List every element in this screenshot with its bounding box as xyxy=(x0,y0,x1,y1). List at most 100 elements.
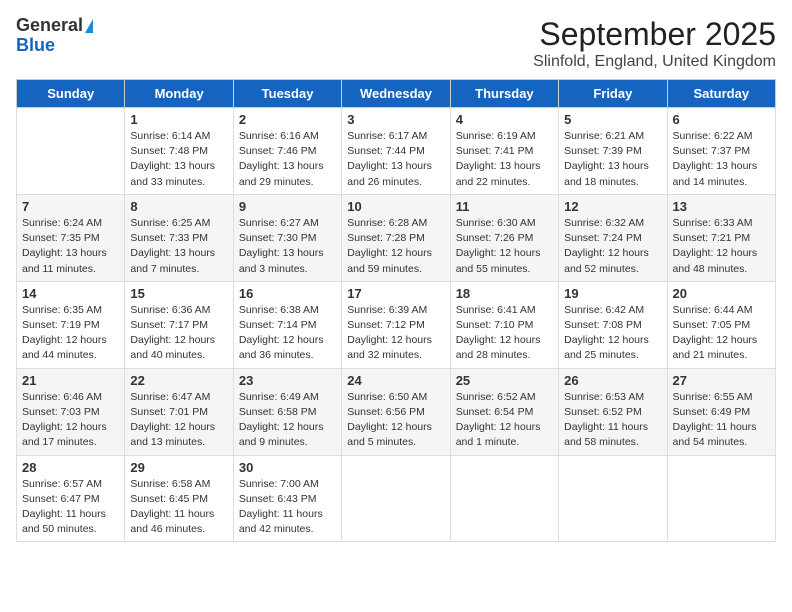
day-content: Sunrise: 6:42 AM Sunset: 7:08 PM Dayligh… xyxy=(564,303,661,364)
day-content: Sunrise: 6:35 AM Sunset: 7:19 PM Dayligh… xyxy=(22,303,119,364)
day-of-week-header: Friday xyxy=(559,80,667,108)
calendar-cell: 7Sunrise: 6:24 AM Sunset: 7:35 PM Daylig… xyxy=(17,194,125,281)
logo: General Blue xyxy=(16,16,93,56)
calendar-cell: 26 Sunrise: 6:53 AM Sunset: 6:52 PM Dayli… xyxy=(559,368,667,455)
day-number: 19 xyxy=(564,286,661,301)
day-number: 26 xyxy=(564,373,661,388)
day-number: 30 xyxy=(239,460,336,475)
day-of-week-header: Saturday xyxy=(667,80,775,108)
day-content: Sunrise: 6:36 AM Sunset: 7:17 PM Dayligh… xyxy=(130,303,227,364)
calendar-cell: 5Sunrise: 6:21 AM Sunset: 7:39 PM Daylig… xyxy=(559,108,667,195)
calendar-cell xyxy=(17,108,125,195)
day-number: 3 xyxy=(347,112,444,127)
day-number: 20 xyxy=(673,286,770,301)
day-content: Sunrise: 6:19 AM Sunset: 7:41 PM Dayligh… xyxy=(456,129,553,190)
day-content: Sunrise: 6:58 AM Sunset: 6:45 PM Dayligh… xyxy=(130,477,227,538)
day-content: Sunrise: 6:55 AM Sunset: 6:49 PM Dayligh… xyxy=(673,390,770,451)
day-of-week-header: Tuesday xyxy=(233,80,341,108)
calendar-cell: 19 Sunrise: 6:42 AM Sunset: 7:08 PM Dayli… xyxy=(559,281,667,368)
day-number: 23 xyxy=(239,373,336,388)
calendar-cell: 13Sunrise: 6:33 AM Sunset: 7:21 PM Dayli… xyxy=(667,194,775,281)
calendar-cell: 29 Sunrise: 6:58 AM Sunset: 6:45 PM Dayli… xyxy=(125,455,233,542)
calendar-cell: 30 Sunrise: 7:00 AM Sunset: 6:43 PM Dayli… xyxy=(233,455,341,542)
logo-blue-text: Blue xyxy=(16,36,93,56)
day-content: Sunrise: 6:41 AM Sunset: 7:10 PM Dayligh… xyxy=(456,303,553,364)
day-number: 10 xyxy=(347,199,444,214)
day-content: Sunrise: 6:52 AM Sunset: 6:54 PM Dayligh… xyxy=(456,390,553,451)
day-content: Sunrise: 6:16 AM Sunset: 7:46 PM Dayligh… xyxy=(239,129,336,190)
calendar-cell: 14Sunrise: 6:35 AM Sunset: 7:19 PM Dayli… xyxy=(17,281,125,368)
day-of-week-header: Wednesday xyxy=(342,80,450,108)
calendar-cell: 23 Sunrise: 6:49 AM Sunset: 6:58 PM Dayli… xyxy=(233,368,341,455)
day-number: 21 xyxy=(22,373,119,388)
calendar-week-row: 21 Sunrise: 6:46 AM Sunset: 7:03 PM Dayli… xyxy=(17,368,776,455)
day-number: 22 xyxy=(130,373,227,388)
day-content: Sunrise: 6:38 AM Sunset: 7:14 PM Dayligh… xyxy=(239,303,336,364)
calendar-body: 1Sunrise: 6:14 AM Sunset: 7:48 PM Daylig… xyxy=(17,108,776,542)
day-number: 25 xyxy=(456,373,553,388)
day-number: 24 xyxy=(347,373,444,388)
calendar-cell: 9 Sunrise: 6:27 AM Sunset: 7:30 PM Daylig… xyxy=(233,194,341,281)
calendar-cell xyxy=(667,455,775,542)
day-content: Sunrise: 6:57 AM Sunset: 6:47 PM Dayligh… xyxy=(22,477,119,538)
calendar-cell: 22 Sunrise: 6:47 AM Sunset: 7:01 PM Dayli… xyxy=(125,368,233,455)
calendar-table: SundayMondayTuesdayWednesdayThursdayFrid… xyxy=(16,79,776,542)
day-number: 28 xyxy=(22,460,119,475)
day-number: 5 xyxy=(564,112,661,127)
calendar-cell: 21 Sunrise: 6:46 AM Sunset: 7:03 PM Dayli… xyxy=(17,368,125,455)
day-number: 9 xyxy=(239,199,336,214)
day-content: Sunrise: 6:27 AM Sunset: 7:30 PM Dayligh… xyxy=(239,216,336,277)
day-number: 7 xyxy=(22,199,119,214)
calendar-week-row: 7Sunrise: 6:24 AM Sunset: 7:35 PM Daylig… xyxy=(17,194,776,281)
calendar-cell: 11Sunrise: 6:30 AM Sunset: 7:26 PM Dayli… xyxy=(450,194,558,281)
day-number: 18 xyxy=(456,286,553,301)
days-of-week-row: SundayMondayTuesdayWednesdayThursdayFrid… xyxy=(17,80,776,108)
day-content: Sunrise: 6:22 AM Sunset: 7:37 PM Dayligh… xyxy=(673,129,770,190)
calendar-week-row: 14Sunrise: 6:35 AM Sunset: 7:19 PM Dayli… xyxy=(17,281,776,368)
day-number: 6 xyxy=(673,112,770,127)
calendar-cell: 10 Sunrise: 6:28 AM Sunset: 7:28 PM Dayli… xyxy=(342,194,450,281)
day-content: Sunrise: 6:28 AM Sunset: 7:28 PM Dayligh… xyxy=(347,216,444,277)
day-number: 29 xyxy=(130,460,227,475)
day-content: Sunrise: 6:47 AM Sunset: 7:01 PM Dayligh… xyxy=(130,390,227,451)
day-content: Sunrise: 6:39 AM Sunset: 7:12 PM Dayligh… xyxy=(347,303,444,364)
day-of-week-header: Thursday xyxy=(450,80,558,108)
day-content: Sunrise: 6:53 AM Sunset: 6:52 PM Dayligh… xyxy=(564,390,661,451)
day-content: Sunrise: 6:17 AM Sunset: 7:44 PM Dayligh… xyxy=(347,129,444,190)
calendar-cell: 12 Sunrise: 6:32 AM Sunset: 7:24 PM Dayli… xyxy=(559,194,667,281)
calendar-cell xyxy=(450,455,558,542)
calendar-cell: 2 Sunrise: 6:16 AM Sunset: 7:46 PM Daylig… xyxy=(233,108,341,195)
day-content: Sunrise: 7:00 AM Sunset: 6:43 PM Dayligh… xyxy=(239,477,336,538)
day-of-week-header: Sunday xyxy=(17,80,125,108)
calendar-header: SundayMondayTuesdayWednesdayThursdayFrid… xyxy=(17,80,776,108)
day-content: Sunrise: 6:50 AM Sunset: 6:56 PM Dayligh… xyxy=(347,390,444,451)
calendar-cell: 18 Sunrise: 6:41 AM Sunset: 7:10 PM Dayli… xyxy=(450,281,558,368)
calendar-cell: 15 Sunrise: 6:36 AM Sunset: 7:17 PM Dayli… xyxy=(125,281,233,368)
day-number: 15 xyxy=(130,286,227,301)
calendar-cell: 24 Sunrise: 6:50 AM Sunset: 6:56 PM Dayli… xyxy=(342,368,450,455)
day-number: 2 xyxy=(239,112,336,127)
day-content: Sunrise: 6:25 AM Sunset: 7:33 PM Dayligh… xyxy=(130,216,227,277)
day-number: 17 xyxy=(347,286,444,301)
day-number: 13 xyxy=(673,199,770,214)
logo-general-text: General xyxy=(16,16,83,36)
calendar-cell: 27 Sunrise: 6:55 AM Sunset: 6:49 PM Dayli… xyxy=(667,368,775,455)
calendar-cell xyxy=(342,455,450,542)
day-number: 16 xyxy=(239,286,336,301)
calendar-cell xyxy=(559,455,667,542)
day-number: 8 xyxy=(130,199,227,214)
day-content: Sunrise: 6:46 AM Sunset: 7:03 PM Dayligh… xyxy=(22,390,119,451)
day-content: Sunrise: 6:49 AM Sunset: 6:58 PM Dayligh… xyxy=(239,390,336,451)
day-number: 27 xyxy=(673,373,770,388)
day-number: 12 xyxy=(564,199,661,214)
day-of-week-header: Monday xyxy=(125,80,233,108)
day-content: Sunrise: 6:32 AM Sunset: 7:24 PM Dayligh… xyxy=(564,216,661,277)
calendar-cell: 16 Sunrise: 6:38 AM Sunset: 7:14 PM Dayli… xyxy=(233,281,341,368)
location-subtitle: Slinfold, England, United Kingdom xyxy=(533,53,776,71)
logo-triangle-icon xyxy=(85,19,93,33)
day-number: 11 xyxy=(456,199,553,214)
calendar-cell: 25 Sunrise: 6:52 AM Sunset: 6:54 PM Dayli… xyxy=(450,368,558,455)
calendar-cell: 8 Sunrise: 6:25 AM Sunset: 7:33 PM Daylig… xyxy=(125,194,233,281)
calendar-cell: 1Sunrise: 6:14 AM Sunset: 7:48 PM Daylig… xyxy=(125,108,233,195)
calendar-cell: 17 Sunrise: 6:39 AM Sunset: 7:12 PM Dayli… xyxy=(342,281,450,368)
